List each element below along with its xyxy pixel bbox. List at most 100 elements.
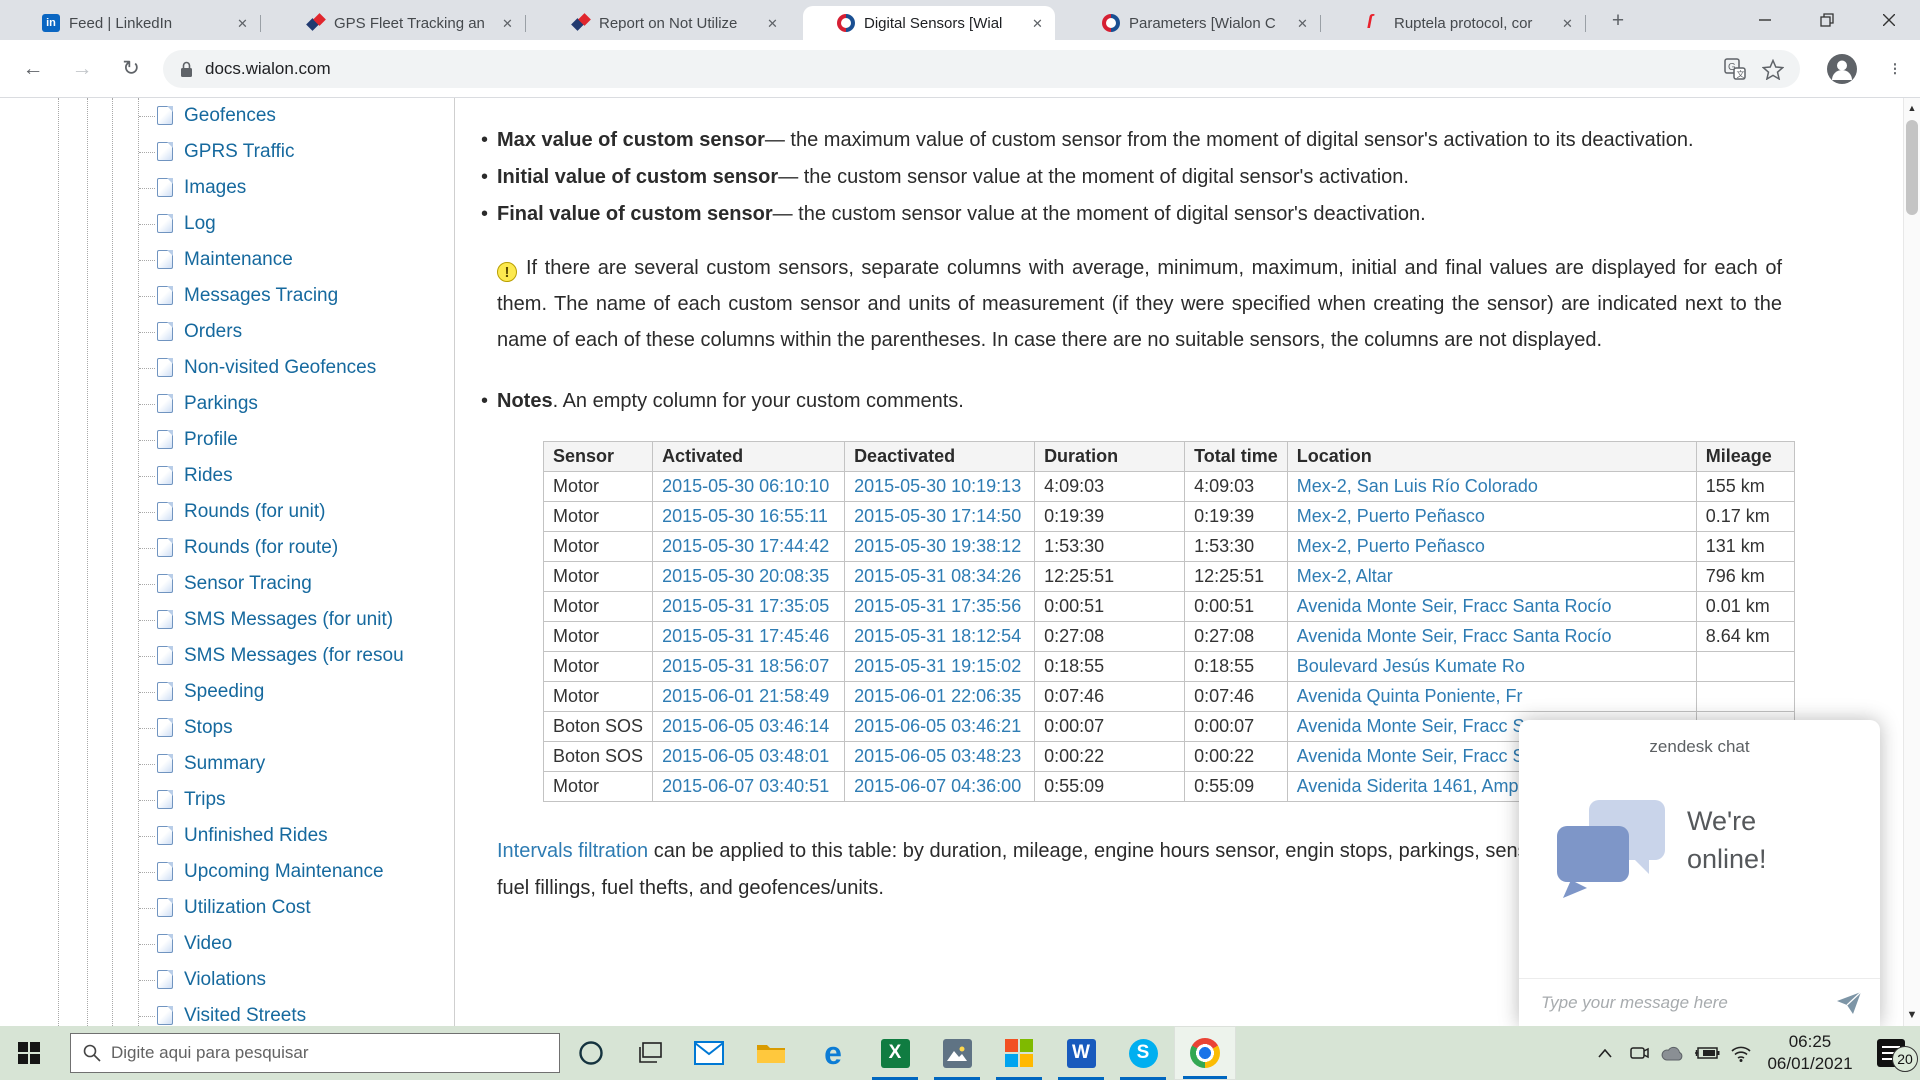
sidebar-item-messages-tracing[interactable]: Messages Tracing — [0, 278, 454, 314]
activated-cell-link[interactable]: 2015-05-31 18:56:07 — [662, 656, 829, 676]
browser-menu-button[interactable]: ⁝ — [1884, 54, 1906, 84]
translate-icon[interactable]: G 文 — [1724, 58, 1746, 80]
tab-gps-fleet-tracking[interactable]: GPS Fleet Tracking an ✕ — [273, 6, 525, 40]
close-icon[interactable]: ✕ — [764, 15, 781, 32]
deactivated-cell-link[interactable]: 2015-05-31 08:34:26 — [854, 566, 1021, 586]
location-cell[interactable]: Avenida Monte Seir, Fracc Santa Rocío — [1287, 592, 1696, 622]
deactivated-cell-link[interactable]: 2015-05-30 10:19:13 — [854, 476, 1021, 496]
location-cell[interactable]: Mex-2, San Luis Río Colorado — [1287, 472, 1696, 502]
location-cell[interactable]: Avenida Quinta Poniente, Fr — [1287, 682, 1696, 712]
activated-cell[interactable]: 2015-05-30 17:44:42 — [653, 532, 845, 562]
tab-digital-sensors-active[interactable]: Digital Sensors [Wial ✕ — [803, 6, 1055, 40]
location-cell-link[interactable]: Avenida Siderita 1461, Ampl — [1297, 776, 1523, 796]
activated-cell[interactable]: 2015-06-01 21:58:49 — [653, 682, 845, 712]
sidebar-item-trips[interactable]: Trips — [0, 782, 454, 818]
restore-button[interactable] — [1796, 0, 1858, 40]
sidebar-item-video[interactable]: Video — [0, 926, 454, 962]
intervals-filtration-link[interactable]: Intervals filtration — [497, 840, 648, 862]
skype-app-button[interactable]: S — [1112, 1026, 1174, 1080]
deactivated-cell-link[interactable]: 2015-06-07 04:36:00 — [854, 776, 1021, 796]
deactivated-cell[interactable]: 2015-05-31 18:12:54 — [845, 622, 1035, 652]
sidebar-item-maintenance[interactable]: Maintenance — [0, 242, 454, 278]
battery-button[interactable] — [1690, 1026, 1724, 1080]
reload-button[interactable]: ↻ — [116, 54, 146, 84]
close-icon[interactable]: ✕ — [234, 15, 251, 32]
new-tab-button[interactable]: + — [1604, 8, 1632, 36]
location-cell[interactable]: Mex-2, Puerto Peñasco — [1287, 532, 1696, 562]
location-cell[interactable]: Boulevard Jesús Kumate Ro — [1287, 652, 1696, 682]
onedrive-button[interactable] — [1656, 1026, 1690, 1080]
sidebar-item-rounds-for-unit[interactable]: Rounds (for unit) — [0, 494, 454, 530]
taskbar-clock[interactable]: 06:25 06/01/2021 — [1758, 1031, 1862, 1075]
minimize-button[interactable] — [1734, 0, 1796, 40]
deactivated-cell-link[interactable]: 2015-05-31 19:15:02 — [854, 656, 1021, 676]
activated-cell-link[interactable]: 2015-06-01 21:58:49 — [662, 686, 829, 706]
close-icon[interactable]: ✕ — [1294, 15, 1311, 32]
deactivated-cell[interactable]: 2015-05-30 10:19:13 — [845, 472, 1035, 502]
activated-cell-link[interactable]: 2015-05-31 17:35:05 — [662, 596, 829, 616]
sidebar-item-profile[interactable]: Profile — [0, 422, 454, 458]
location-cell-link[interactable]: Avenida Monte Seir, Fracc Santa Rocío — [1297, 626, 1612, 646]
activated-cell[interactable]: 2015-05-31 17:45:46 — [653, 622, 845, 652]
close-icon[interactable]: ✕ — [1559, 15, 1576, 32]
chat-message-input[interactable]: Type your message here — [1541, 993, 1836, 1013]
sidebar-item-non-visited-geofences[interactable]: Non-visited Geofences — [0, 350, 454, 386]
page-scrollbar[interactable]: ▲ ▼ — [1903, 98, 1920, 1026]
send-icon[interactable] — [1836, 991, 1862, 1015]
deactivated-cell-link[interactable]: 2015-06-01 22:06:35 — [854, 686, 1021, 706]
activated-cell[interactable]: 2015-05-31 17:35:05 — [653, 592, 845, 622]
edge-browser-button[interactable]: e — [802, 1026, 864, 1080]
sidebar-item-utilization-cost[interactable]: Utilization Cost — [0, 890, 454, 926]
activated-cell-link[interactable]: 2015-05-30 16:55:11 — [662, 506, 828, 526]
screen-capture-button[interactable] — [1622, 1026, 1656, 1080]
sidebar-item-stops[interactable]: Stops — [0, 710, 454, 746]
sidebar-item-orders[interactable]: Orders — [0, 314, 454, 350]
sidebar-item-images[interactable]: Images — [0, 170, 454, 206]
notification-center-button[interactable]: 20 — [1862, 1026, 1920, 1080]
address-bar[interactable]: docs.wialon.com G 文 — [163, 50, 1800, 88]
taskbar-search-input[interactable]: Digite aqui para pesquisar — [70, 1033, 560, 1073]
activated-cell-link[interactable]: 2015-05-30 06:10:10 — [662, 476, 829, 496]
task-view-button[interactable] — [622, 1026, 678, 1080]
sidebar-item-gprs-traffic[interactable]: GPRS Traffic — [0, 134, 454, 170]
location-cell-link[interactable]: Avenida Monte Seir, Fracc S — [1297, 746, 1525, 766]
sidebar-item-parkings[interactable]: Parkings — [0, 386, 454, 422]
location-cell[interactable]: Mex-2, Altar — [1287, 562, 1696, 592]
activated-cell-link[interactable]: 2015-05-30 20:08:35 — [662, 566, 829, 586]
tab-report-not-utilized[interactable]: Report on Not Utilize ✕ — [538, 6, 790, 40]
activated-cell[interactable]: 2015-06-05 03:46:14 — [653, 712, 845, 742]
tab-linkedin-feed[interactable]: in Feed | LinkedIn ✕ — [8, 6, 260, 40]
location-cell-link[interactable]: Mex-2, Altar — [1297, 566, 1393, 586]
profile-avatar[interactable] — [1826, 53, 1858, 85]
sidebar-item-violations[interactable]: Violations — [0, 962, 454, 998]
activated-cell[interactable]: 2015-05-30 06:10:10 — [653, 472, 845, 502]
deactivated-cell-link[interactable]: 2015-05-31 18:12:54 — [854, 626, 1021, 646]
excel-app-button[interactable]: X — [864, 1026, 926, 1080]
chrome-app-button[interactable] — [1174, 1026, 1236, 1080]
tab-ruptela-protocol[interactable]: ſ Ruptela protocol, cor ✕ — [1333, 6, 1585, 40]
location-cell-link[interactable]: Boulevard Jesús Kumate Ro — [1297, 656, 1525, 676]
sidebar-item-speeding[interactable]: Speeding — [0, 674, 454, 710]
wifi-button[interactable] — [1724, 1026, 1758, 1080]
location-cell[interactable]: Mex-2, Puerto Peñasco — [1287, 502, 1696, 532]
location-cell[interactable]: Avenida Monte Seir, Fracc Santa Rocío — [1287, 622, 1696, 652]
location-cell-link[interactable]: Avenida Monte Seir, Fracc S — [1297, 716, 1525, 736]
word-app-button[interactable]: W — [1050, 1026, 1112, 1080]
activated-cell[interactable]: 2015-06-07 03:40:51 — [653, 772, 845, 802]
deactivated-cell-link[interactable]: 2015-05-30 17:14:50 — [854, 506, 1021, 526]
tray-expand-button[interactable] — [1588, 1026, 1622, 1080]
deactivated-cell[interactable]: 2015-05-31 08:34:26 — [845, 562, 1035, 592]
close-window-button[interactable] — [1858, 0, 1920, 40]
deactivated-cell-link[interactable]: 2015-06-05 03:48:23 — [854, 746, 1021, 766]
activated-cell[interactable]: 2015-05-30 16:55:11 — [653, 502, 845, 532]
activated-cell-link[interactable]: 2015-06-07 03:40:51 — [662, 776, 829, 796]
bookmark-star-icon[interactable] — [1762, 59, 1784, 80]
deactivated-cell[interactable]: 2015-05-30 17:14:50 — [845, 502, 1035, 532]
sidebar-item-sensor-tracing[interactable]: Sensor Tracing — [0, 566, 454, 602]
location-cell-link[interactable]: Mex-2, Puerto Peñasco — [1297, 506, 1485, 526]
scroll-down-arrow[interactable]: ▼ — [1904, 1007, 1920, 1024]
deactivated-cell[interactable]: 2015-06-01 22:06:35 — [845, 682, 1035, 712]
cortana-button[interactable] — [560, 1026, 622, 1080]
close-icon[interactable]: ✕ — [499, 15, 516, 32]
photos-app-button[interactable] — [926, 1026, 988, 1080]
